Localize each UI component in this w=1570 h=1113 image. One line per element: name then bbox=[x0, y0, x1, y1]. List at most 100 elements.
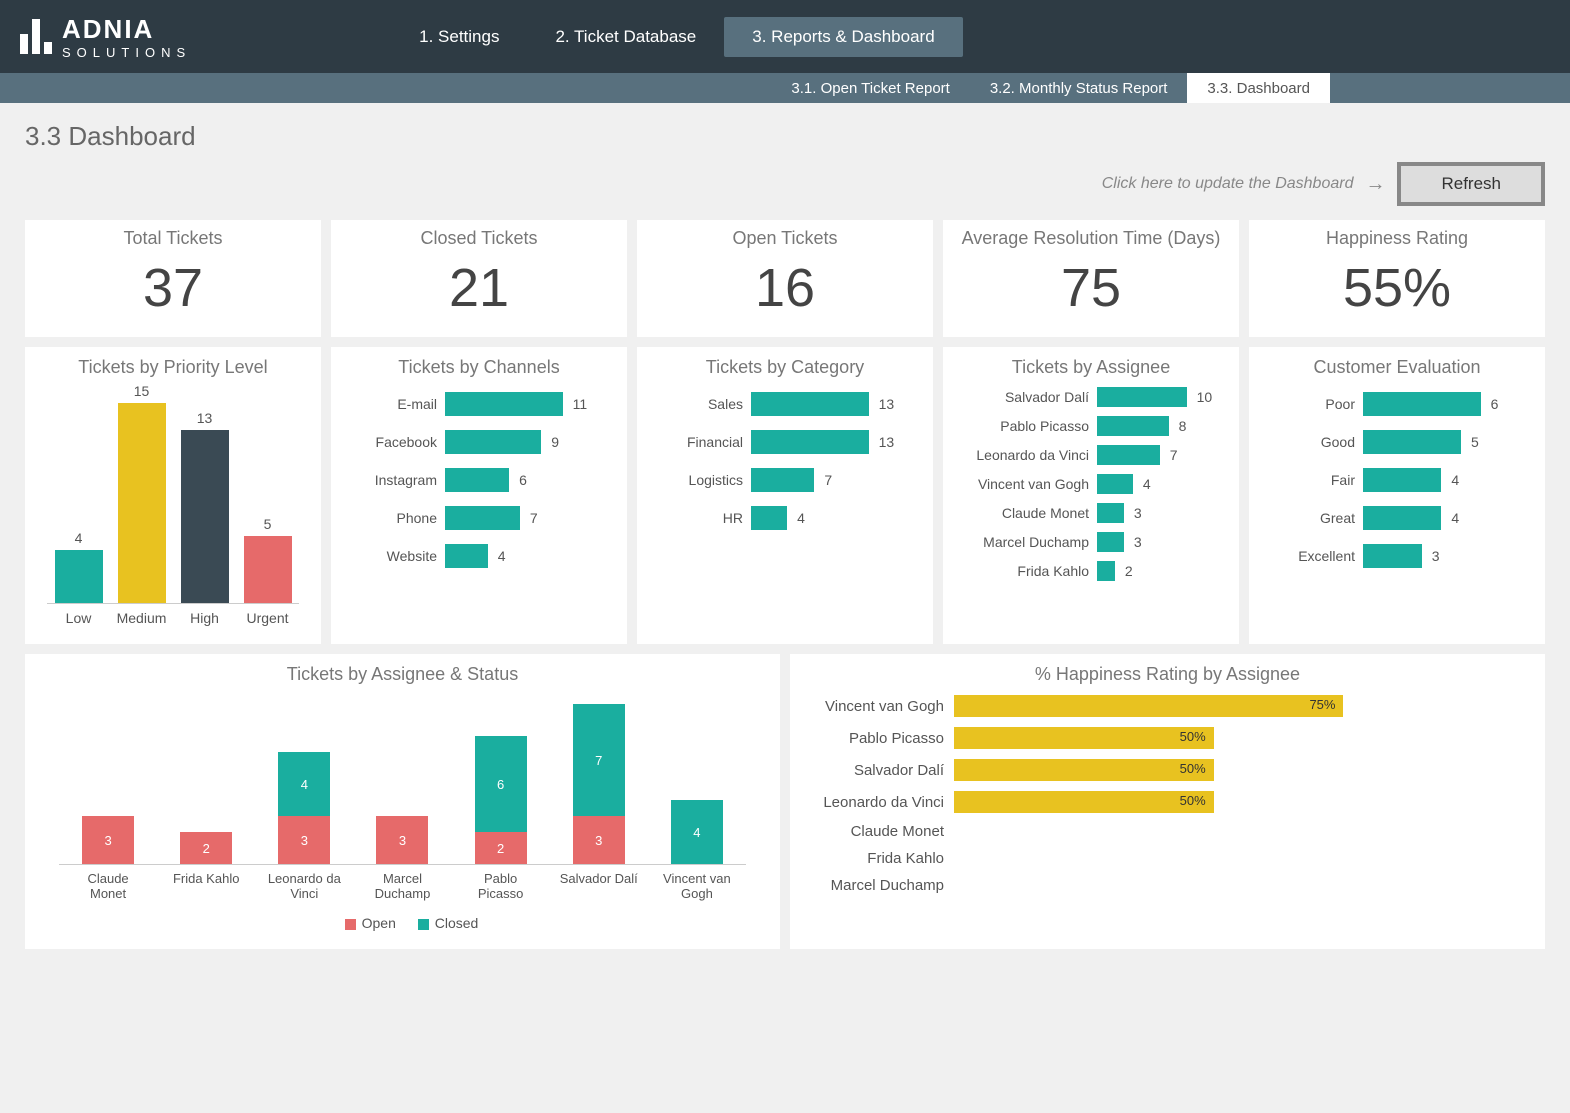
bar-value: 13 bbox=[879, 434, 895, 450]
bar-row: Great4 bbox=[1263, 506, 1531, 530]
category-label: Pablo Picasso bbox=[957, 418, 1097, 434]
stack-column: 3 bbox=[82, 816, 134, 864]
main-nav: 1. Settings 2. Ticket Database 3. Report… bbox=[391, 0, 963, 73]
category-label: Logistics bbox=[651, 472, 751, 488]
bar: 13 bbox=[177, 410, 233, 603]
bar-row: Frida Kahlo bbox=[804, 850, 1531, 867]
refresh-button[interactable]: Refresh bbox=[1397, 162, 1545, 206]
kpi-closed-tickets: Closed Tickets 21 bbox=[331, 220, 627, 337]
bar: 5 bbox=[240, 516, 296, 603]
category-label: Frida Kahlo bbox=[166, 871, 246, 901]
category-label: Great bbox=[1263, 510, 1363, 526]
bar-rect bbox=[1097, 474, 1133, 494]
kpi-title: Happiness Rating bbox=[1249, 228, 1545, 249]
bar-track: 13 bbox=[751, 392, 919, 416]
bar-value: 50% bbox=[1180, 793, 1206, 808]
chart-title: Tickets by Assignee & Status bbox=[39, 664, 766, 685]
bar-row: Website4 bbox=[345, 544, 613, 568]
category-label: Salvador Dalí bbox=[804, 762, 954, 779]
tab-ticket-database[interactable]: 2. Ticket Database bbox=[527, 17, 724, 57]
bar-rect bbox=[445, 506, 520, 530]
stack-segment: 3 bbox=[376, 816, 428, 864]
category-label: Claude Monet bbox=[804, 823, 954, 840]
chart-categories: LowMediumHighUrgent bbox=[47, 610, 299, 626]
chart-title: Customer Evaluation bbox=[1263, 357, 1531, 378]
bar-track: 7 bbox=[445, 506, 613, 530]
bar-row: Claude Monet bbox=[804, 823, 1531, 840]
bar-value: 5 bbox=[1471, 434, 1479, 450]
stack-column: 34 bbox=[278, 752, 330, 864]
chart-title: Tickets by Category bbox=[651, 357, 919, 378]
bar-rect bbox=[751, 468, 814, 492]
chart-bars: Vincent van Gogh75%Pablo Picasso50%Salva… bbox=[804, 695, 1531, 894]
page-title: 3.3 Dashboard bbox=[25, 121, 1545, 152]
bar-rect bbox=[1363, 506, 1441, 530]
bar-value: 13 bbox=[197, 410, 213, 426]
bar-value: 3 bbox=[1134, 505, 1142, 521]
bar-row: Vincent van Gogh75% bbox=[804, 695, 1531, 717]
bar-row: Marcel Duchamp bbox=[804, 877, 1531, 894]
bar-value: 13 bbox=[879, 396, 895, 412]
stack-column: 2 bbox=[180, 832, 232, 864]
bar-rect bbox=[1097, 503, 1124, 523]
kpi-avg-resolution: Average Resolution Time (Days) 75 bbox=[943, 220, 1239, 337]
stack-segment: 7 bbox=[573, 704, 625, 816]
bar-rect bbox=[244, 536, 292, 603]
bar-track: 7 bbox=[1097, 445, 1225, 465]
bar-rect bbox=[445, 430, 541, 454]
bar-rect: 50% bbox=[954, 727, 1214, 749]
bar-rect bbox=[181, 430, 229, 603]
category-label: Phone bbox=[345, 510, 445, 526]
tab-reports-dashboard[interactable]: 3. Reports & Dashboard bbox=[724, 17, 962, 57]
bar-value: 2 bbox=[1125, 563, 1133, 579]
bar-rect bbox=[1097, 445, 1160, 465]
category-label: Website bbox=[345, 548, 445, 564]
chart-bars: Salvador Dalí10Pablo Picasso8Leonardo da… bbox=[957, 387, 1225, 581]
subtab-monthly-status-report[interactable]: 3.2. Monthly Status Report bbox=[970, 73, 1188, 103]
bar-track: 13 bbox=[751, 430, 919, 454]
bar-track: 50% bbox=[954, 759, 1531, 781]
bar-row: Good5 bbox=[1263, 430, 1531, 454]
chart-assignee: Tickets by Assignee Salvador Dalí10Pablo… bbox=[943, 347, 1239, 644]
category-label: Salvador Dalí bbox=[957, 389, 1097, 405]
category-label: Poor bbox=[1263, 396, 1363, 412]
sub-nav: 3.1. Open Ticket Report 3.2. Monthly Sta… bbox=[0, 73, 1570, 103]
bar-rect: 50% bbox=[954, 759, 1214, 781]
kpi-title: Open Tickets bbox=[637, 228, 933, 249]
bar-row: Sales13 bbox=[651, 392, 919, 416]
category-label: High bbox=[177, 610, 233, 626]
bar-track: 4 bbox=[1363, 506, 1531, 530]
bar-track: 7 bbox=[751, 468, 919, 492]
bar-value: 11 bbox=[573, 396, 588, 412]
legend-swatch-open bbox=[345, 919, 356, 930]
category-label: Leonardo da Vinci bbox=[957, 447, 1097, 463]
subtab-open-ticket-report[interactable]: 3.1. Open Ticket Report bbox=[771, 73, 969, 103]
category-label: Facebook bbox=[345, 434, 445, 450]
bar-value: 6 bbox=[1491, 396, 1499, 412]
legend-swatch-closed bbox=[418, 919, 429, 930]
bar-row: Financial13 bbox=[651, 430, 919, 454]
subtab-dashboard[interactable]: 3.3. Dashboard bbox=[1187, 73, 1330, 103]
bar-track: 50% bbox=[954, 727, 1531, 749]
bar-value: 50% bbox=[1180, 729, 1206, 744]
bar-value: 15 bbox=[134, 383, 150, 399]
bar-row: Instagram6 bbox=[345, 468, 613, 492]
stack-column: 37 bbox=[573, 704, 625, 864]
chart-assignee-status: Tickets by Assignee & Status 3234326374 … bbox=[25, 654, 780, 949]
tab-settings[interactable]: 1. Settings bbox=[391, 17, 527, 57]
category-label: Leonardo da Vinci bbox=[264, 871, 344, 901]
bar-row: Fair4 bbox=[1263, 468, 1531, 492]
chart-bars: Sales13Financial13Logistics7HR4 bbox=[651, 392, 919, 530]
category-label: Vincent van Gogh bbox=[804, 698, 954, 715]
stack-segment: 4 bbox=[671, 800, 723, 864]
category-label: Salvador Dalí bbox=[559, 871, 639, 901]
bar-value: 7 bbox=[1170, 447, 1178, 463]
bar-rect bbox=[445, 544, 488, 568]
bar-row: Pablo Picasso 50% bbox=[804, 727, 1531, 749]
bar-track: 11 bbox=[445, 392, 613, 416]
bar-row: Frida Kahlo2 bbox=[957, 561, 1225, 581]
bar-value: 7 bbox=[530, 510, 538, 526]
category-label: Pablo Picasso bbox=[804, 730, 954, 747]
bar-track: 50% bbox=[954, 791, 1531, 813]
arrow-right-icon: → bbox=[1365, 173, 1385, 196]
